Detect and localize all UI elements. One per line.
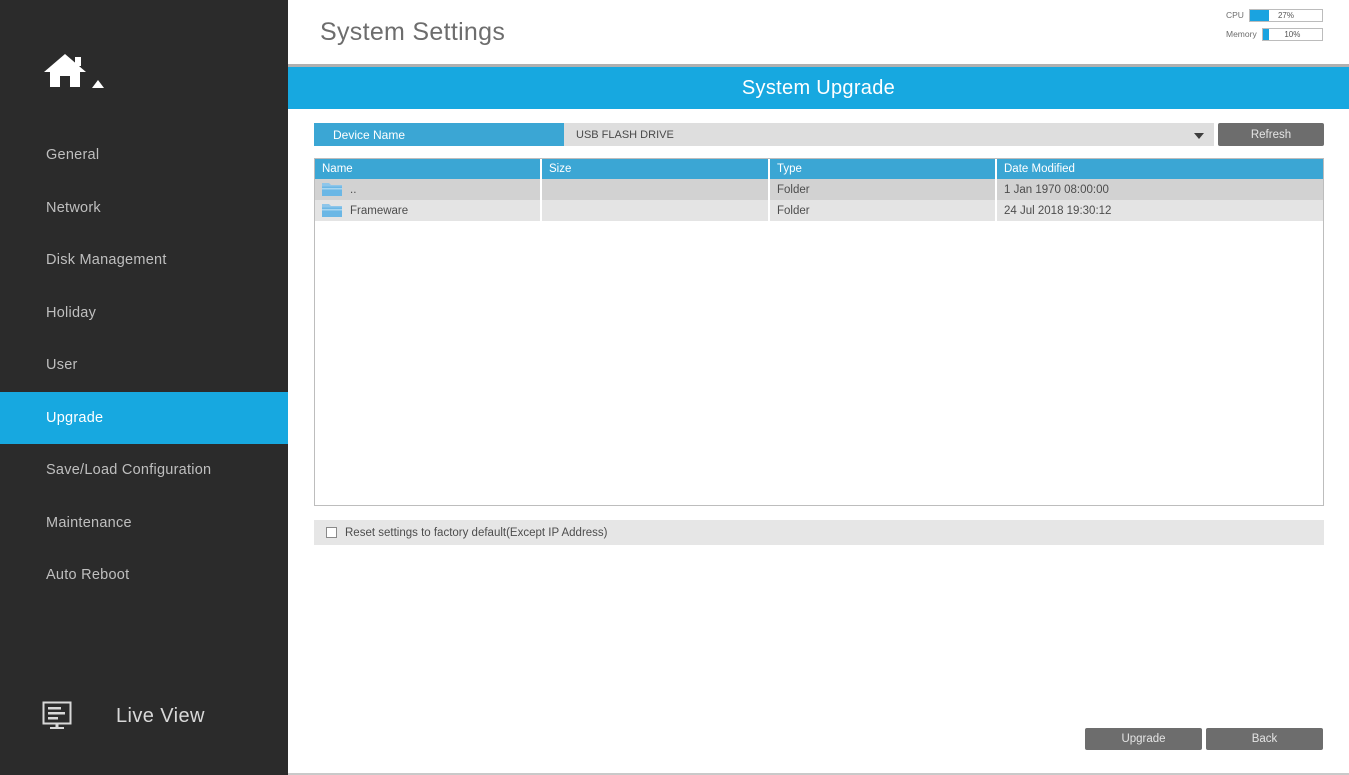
device-name-selected-value: USB FLASH DRIVE xyxy=(576,128,674,141)
sidebar-item-user[interactable]: User xyxy=(0,339,288,392)
column-header-size[interactable]: Size xyxy=(541,159,770,179)
column-header-type[interactable]: Type xyxy=(769,159,997,179)
live-view-button[interactable]: Live View xyxy=(42,698,205,734)
sidebar-nav: General Network Disk Management Holiday … xyxy=(0,129,288,602)
page-title: System Settings xyxy=(320,18,506,46)
cpu-meter-bar: 27% xyxy=(1248,8,1323,22)
file-table: Name Size Type Date Modified .. Folder 1… xyxy=(315,159,1323,221)
section-banner: System Upgrade xyxy=(288,67,1349,109)
top-bar: System Settings CPU 27% Memory 10% xyxy=(288,0,1349,64)
monitor-icon xyxy=(42,701,76,731)
home-dropdown-caret-icon[interactable] xyxy=(92,80,104,88)
reset-to-factory-default-checkbox[interactable] xyxy=(326,527,337,538)
file-table-header-row: Name Size Type Date Modified xyxy=(315,159,1323,179)
column-header-name[interactable]: Name xyxy=(315,159,542,179)
table-row[interactable]: .. Folder 1 Jan 1970 08:00:00 xyxy=(315,179,1323,200)
file-name-text: .. xyxy=(350,183,357,196)
sidebar-item-save-load-configuration[interactable]: Save/Load Configuration xyxy=(0,444,288,497)
file-date-modified-cell: 1 Jan 1970 08:00:00 xyxy=(996,179,1323,200)
refresh-button[interactable]: Refresh xyxy=(1218,123,1324,146)
sidebar-item-disk-management[interactable]: Disk Management xyxy=(0,234,288,287)
memory-meter-value: 10% xyxy=(1284,29,1301,39)
reset-to-factory-default-label: Reset settings to factory default(Except… xyxy=(345,526,608,539)
sidebar-item-holiday[interactable]: Holiday xyxy=(0,287,288,340)
file-type-cell: Folder xyxy=(769,200,997,221)
sidebar-item-upgrade[interactable]: Upgrade xyxy=(0,391,288,444)
cpu-meter: CPU 27% xyxy=(1226,8,1323,22)
reset-to-factory-default-row[interactable]: Reset settings to factory default(Except… xyxy=(314,520,1324,545)
file-browser-panel: Name Size Type Date Modified .. Folder 1… xyxy=(314,158,1324,506)
sidebar-item-network[interactable]: Network xyxy=(0,182,288,235)
memory-meter-label: Memory xyxy=(1226,29,1257,39)
sidebar: General Network Disk Management Holiday … xyxy=(0,0,288,753)
table-row[interactable]: Frameware Folder 24 Jul 2018 19:30:12 xyxy=(315,200,1323,221)
folder-icon xyxy=(322,182,342,197)
sidebar-footer-strip xyxy=(0,753,288,775)
live-view-label: Live View xyxy=(116,704,205,727)
file-name-cell[interactable]: Frameware xyxy=(315,200,542,221)
chevron-down-icon[interactable] xyxy=(1194,132,1204,139)
sidebar-item-general[interactable]: General xyxy=(0,129,288,182)
file-size-cell xyxy=(541,200,770,221)
sidebar-item-maintenance[interactable]: Maintenance xyxy=(0,497,288,550)
device-selector-row: Device Name USB FLASH DRIVE Refresh xyxy=(314,123,1324,146)
memory-meter-bar: 10% xyxy=(1261,27,1323,41)
cpu-meter-label: CPU xyxy=(1226,10,1244,20)
file-name-text: Frameware xyxy=(350,204,409,217)
file-name-cell[interactable]: .. xyxy=(315,179,542,200)
folder-icon xyxy=(322,203,342,218)
memory-meter: Memory 10% xyxy=(1226,27,1323,41)
file-date-modified-cell: 24 Jul 2018 19:30:12 xyxy=(996,200,1323,221)
upgrade-button[interactable]: Upgrade xyxy=(1085,728,1202,750)
footer-button-group: Upgrade Back xyxy=(1085,728,1323,750)
system-meters: CPU 27% Memory 10% xyxy=(1226,8,1323,46)
device-name-label: Device Name xyxy=(314,123,564,146)
file-type-cell: Folder xyxy=(769,179,997,200)
file-size-cell xyxy=(541,179,770,200)
device-name-select[interactable]: USB FLASH DRIVE xyxy=(564,123,1214,146)
sidebar-item-auto-reboot[interactable]: Auto Reboot xyxy=(0,549,288,602)
home-button[interactable] xyxy=(42,52,112,100)
column-header-date-modified[interactable]: Date Modified xyxy=(996,159,1323,179)
back-button[interactable]: Back xyxy=(1206,728,1323,750)
app-window: General Network Disk Management Holiday … xyxy=(0,0,1349,775)
cpu-meter-value: 27% xyxy=(1277,10,1294,20)
content-area: Device Name USB FLASH DRIVE Refresh Name xyxy=(288,109,1349,775)
